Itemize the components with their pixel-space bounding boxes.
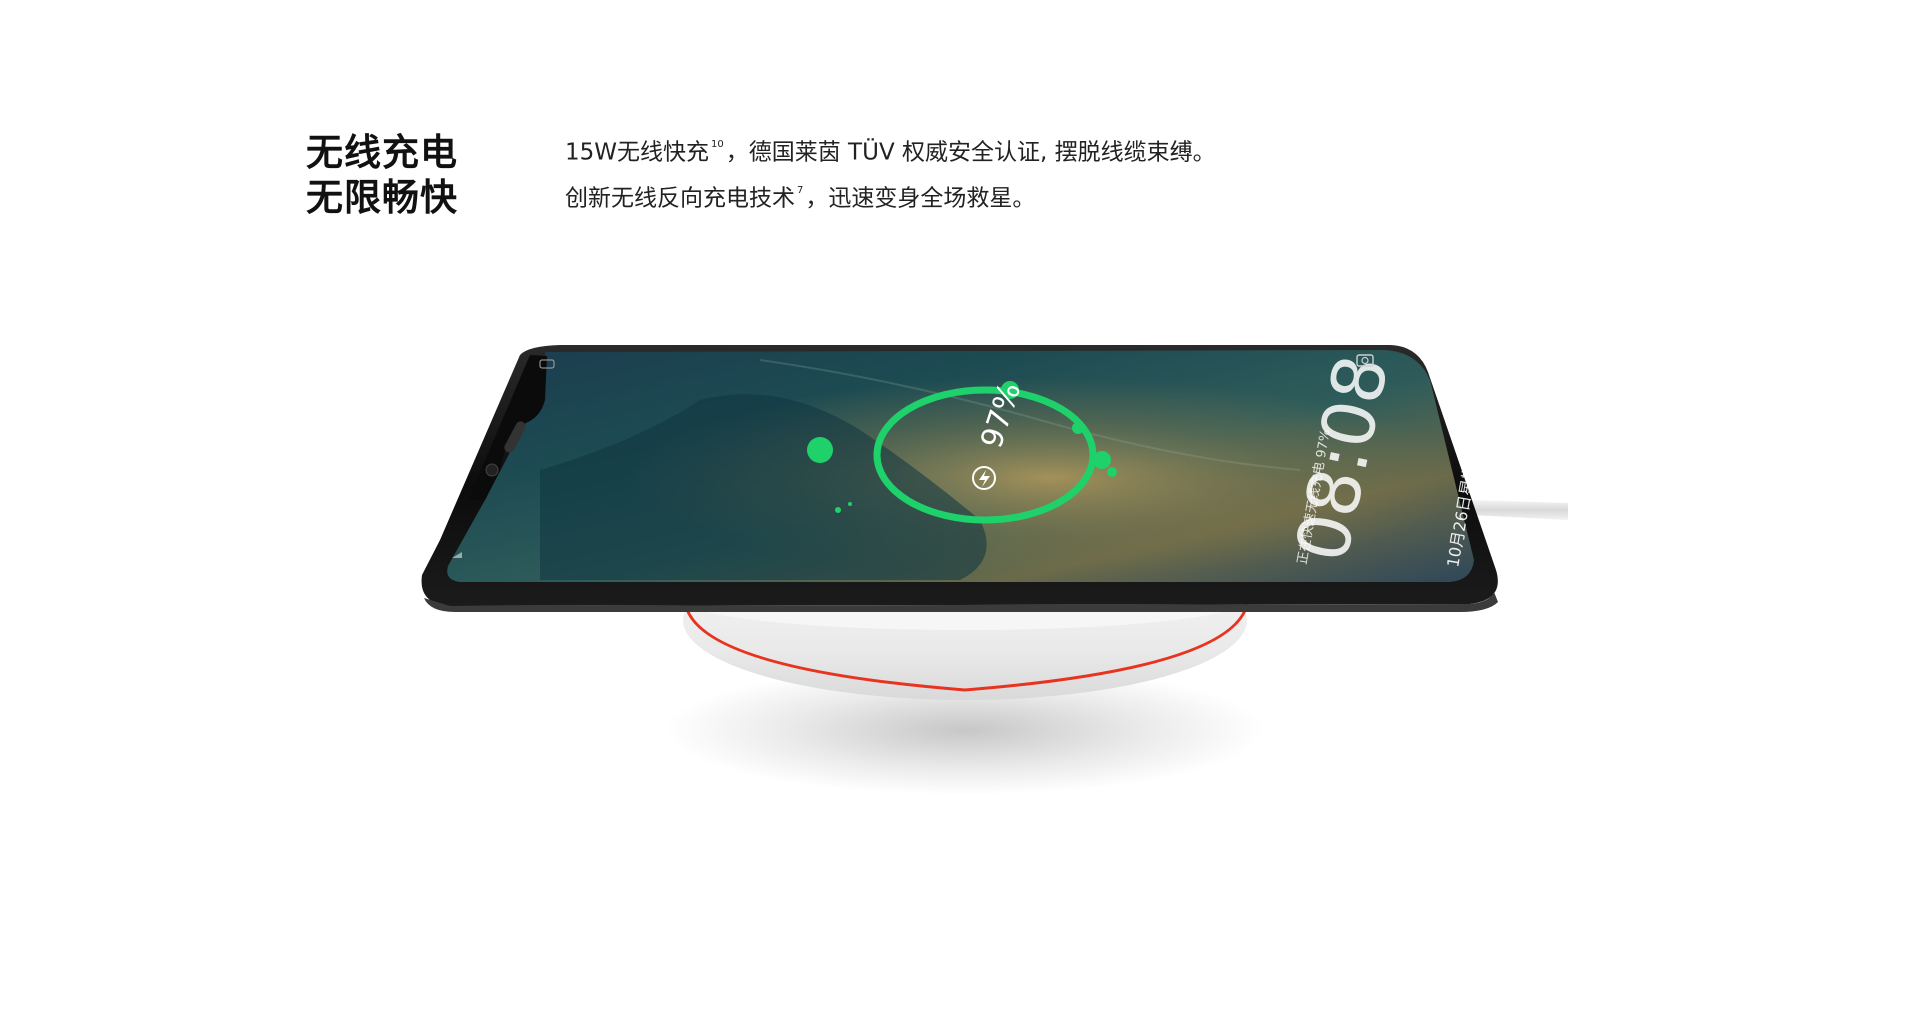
front-camera-icon — [485, 463, 499, 477]
charger-cable — [1470, 500, 1568, 520]
product-feature-section: 无线充电 无限畅快 15W无线快充 10，德国莱茵 TÜV 权威安全认证, 摆脱线… — [0, 0, 1568, 823]
product-illustration: 97% 08:08 10月26日星期五 正在快速无线充电 97% — [0, 0, 1568, 823]
